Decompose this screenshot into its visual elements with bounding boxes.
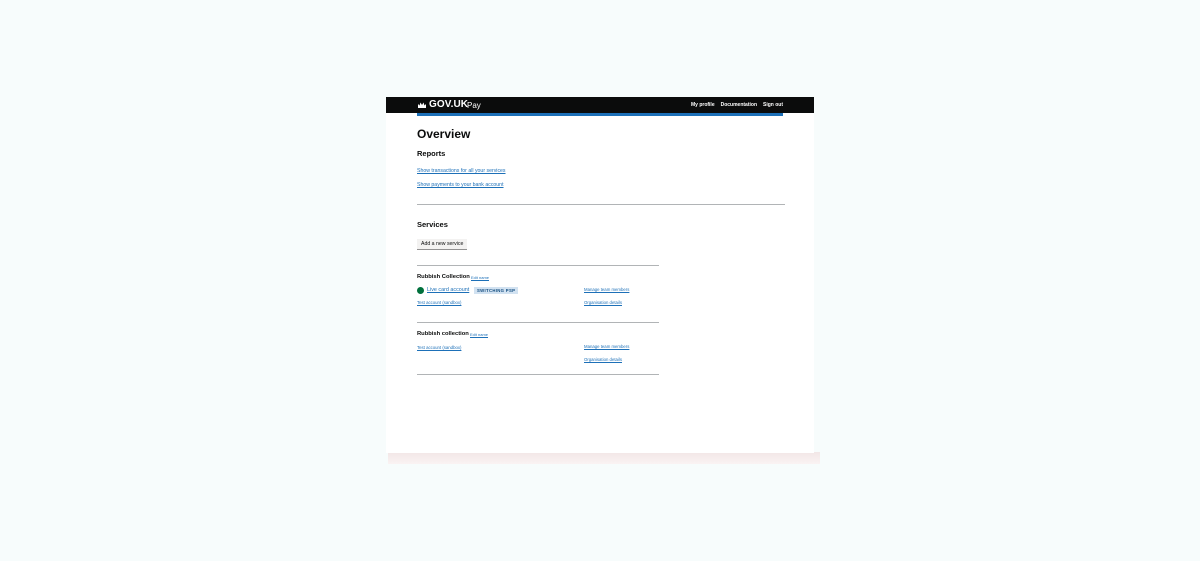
test-account-link[interactable]: Test account (sandbox) [417,345,461,351]
service-divider [417,322,659,323]
edit-name-link[interactable]: Edit name [471,275,489,281]
manage-team-link[interactable]: Manage team members [584,287,629,293]
service-title: Rubbish collection [417,331,469,337]
service-title: Rubbish Collection [417,274,470,280]
crown-icon [418,102,426,108]
service-divider [417,374,659,375]
edit-name-link[interactable]: Edit name [470,332,488,338]
live-status-icon [417,287,424,294]
add-service-button[interactable]: Add a new service [417,239,468,250]
header-nav: My profile Documentation Sign out [691,102,783,109]
organisation-details-link[interactable]: Organisation details [584,300,622,306]
reports-heading: Reports [417,149,446,158]
show-payments-link[interactable]: Show payments to your bank account [417,182,504,189]
frame-shadow [388,452,820,464]
service-name[interactable]: Pay [467,100,481,112]
header-blue-bar [417,113,783,116]
live-account-link[interactable]: Live card account [427,287,469,294]
nav-sign-out[interactable]: Sign out [763,102,783,109]
nav-documentation[interactable]: Documentation [721,102,757,109]
page-title: Overview [417,127,471,141]
organisation-details-link[interactable]: Organisation details [584,357,622,363]
site-header: GOV.UK Pay My profile Documentation Sign… [386,97,814,113]
section-divider [417,204,785,205]
test-account-link[interactable]: Test account (sandbox) [417,300,461,306]
switching-psp-tag: SWITCHING PSP [474,287,519,294]
show-transactions-link[interactable]: Show transactions for all your services [417,168,506,175]
services-heading: Services [417,220,448,229]
nav-my-profile[interactable]: My profile [691,102,715,109]
govuk-logo[interactable]: GOV.UK [429,99,468,111]
service-divider [417,265,659,266]
page-frame: GOV.UK Pay My profile Documentation Sign… [386,97,814,453]
manage-team-link[interactable]: Manage team members [584,344,629,350]
